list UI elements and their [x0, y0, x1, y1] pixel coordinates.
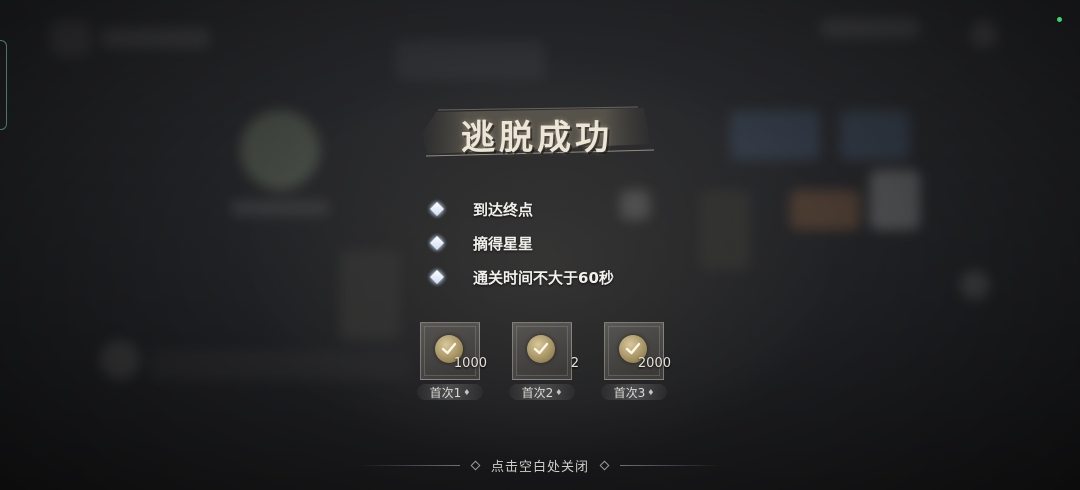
- result-screen[interactable]: 逃脱成功 到达终点 摘得星星 通关时间不大于60秒 1000 首次1 ♦ 2 首…: [0, 0, 1080, 490]
- result-title: 逃脱成功: [461, 118, 613, 158]
- reward-tag-label: 首次1: [429, 385, 462, 400]
- reward-tag: 首次1 ♦: [417, 384, 483, 400]
- spade-icon: ♦: [463, 387, 471, 397]
- objective-list: 到达终点 摘得星星 通关时间不大于60秒: [425, 192, 614, 294]
- spade-icon: ♦: [647, 387, 655, 397]
- reward-count: 2: [570, 356, 579, 371]
- check-badge-icon: [527, 335, 555, 363]
- reward-tag: 首次2 ♦: [509, 384, 575, 400]
- reward-slot[interactable]: 2000: [604, 322, 671, 380]
- status-indicator-dot: [1057, 17, 1062, 22]
- reward-list: 1000 首次1 ♦ 2 首次2 ♦ 2000 首次3 ♦: [417, 322, 671, 400]
- reward-count: 2000: [637, 356, 671, 371]
- reward-tag-label: 首次3: [613, 385, 646, 400]
- reward-count: 1000: [453, 356, 487, 371]
- reward-item[interactable]: 2 首次2 ♦: [509, 322, 579, 400]
- reward-tag-label: 首次2: [521, 385, 554, 400]
- objective-item: 摘得星星: [425, 226, 614, 260]
- reward-slot[interactable]: 2: [512, 322, 579, 380]
- hint-divider-right: [620, 464, 721, 466]
- diamond-icon: [425, 197, 449, 221]
- objective-label: 摘得星星: [473, 234, 534, 253]
- side-panel-edge: [0, 40, 7, 130]
- spade-icon: ♦: [555, 387, 563, 397]
- objective-item: 到达终点: [425, 192, 614, 226]
- objective-item: 通关时间不大于60秒: [425, 260, 614, 294]
- hint-diamond-icon: [599, 460, 610, 470]
- diamond-icon: [425, 231, 449, 255]
- result-title-banner: 逃脱成功: [418, 104, 656, 164]
- reward-item[interactable]: 1000 首次1 ♦: [417, 322, 487, 400]
- reward-tag: 首次3 ♦: [601, 384, 667, 400]
- reward-slot[interactable]: 1000: [420, 322, 487, 380]
- objective-label: 通关时间不大于60秒: [473, 268, 614, 287]
- objective-label: 到达终点: [473, 200, 534, 219]
- reward-item[interactable]: 2000 首次3 ♦: [601, 322, 671, 400]
- hint-diamond-icon: [470, 460, 481, 470]
- close-hint-label: 点击空白处关闭: [491, 459, 590, 475]
- hint-divider-left: [360, 464, 460, 466]
- close-hint[interactable]: 点击空白处关闭: [360, 456, 721, 475]
- diamond-icon: [425, 265, 449, 289]
